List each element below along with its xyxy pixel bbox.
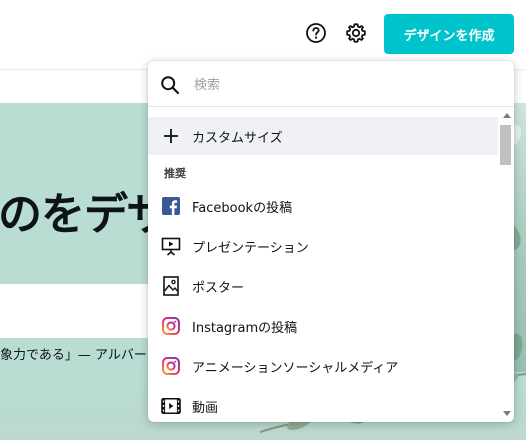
scroll-up-arrow-icon[interactable]	[503, 113, 511, 118]
list-item-label: 動画	[192, 400, 219, 416]
list-item-label: アニメーションソーシャルメディア	[192, 360, 399, 376]
plus-icon	[161, 126, 181, 146]
list-item-facebook-post[interactable]: Facebookの投稿	[148, 187, 498, 225]
list-item-animated-social[interactable]: アニメーションソーシャルメディア	[148, 347, 498, 385]
search-icon	[160, 75, 180, 99]
facebook-icon	[161, 196, 181, 216]
instagram-icon	[161, 316, 181, 336]
hero-title: のをデザ	[0, 189, 171, 240]
scroll-down-arrow-icon[interactable]	[503, 411, 511, 416]
instagram-icon	[161, 356, 181, 376]
top-header: デザインを作成	[0, 0, 526, 70]
list-item-label: プレゼンテーション	[192, 240, 309, 256]
search-input[interactable]	[192, 73, 496, 97]
video-icon	[161, 396, 181, 416]
dropdown-search	[148, 61, 514, 107]
dropdown-list: カスタムサイズ 推奨 Facebookの投稿 プレゼンテーション ポスター In…	[148, 107, 498, 422]
gear-icon[interactable]	[345, 22, 367, 44]
list-item-label: Instagramの投稿	[192, 320, 298, 336]
create-design-dropdown: カスタムサイズ 推奨 Facebookの投稿	[148, 61, 514, 422]
custom-size-item[interactable]: カスタムサイズ	[148, 117, 498, 155]
hero-search-box[interactable]	[0, 284, 150, 338]
poster-icon	[161, 276, 181, 296]
presentation-icon	[161, 236, 181, 256]
list-item-video[interactable]: 動画	[148, 387, 498, 422]
section-label-recommended: 推奨	[164, 167, 186, 180]
list-item-presentation[interactable]: プレゼンテーション	[148, 227, 498, 265]
list-item-instagram-post[interactable]: Instagramの投稿	[148, 307, 498, 345]
question-circle-icon[interactable]	[305, 22, 327, 44]
list-item-poster[interactable]: ポスター	[148, 267, 498, 305]
create-design-button[interactable]: デザインを作成	[384, 14, 514, 54]
list-item-label: ポスター	[192, 280, 245, 296]
hero-quote: 象力である」— アルバー	[0, 348, 147, 363]
scrollbar-thumb[interactable]	[500, 125, 511, 165]
dropdown-scrollbar[interactable]	[498, 107, 514, 422]
custom-size-label: カスタムサイズ	[192, 130, 283, 146]
list-item-label: Facebookの投稿	[192, 200, 293, 216]
